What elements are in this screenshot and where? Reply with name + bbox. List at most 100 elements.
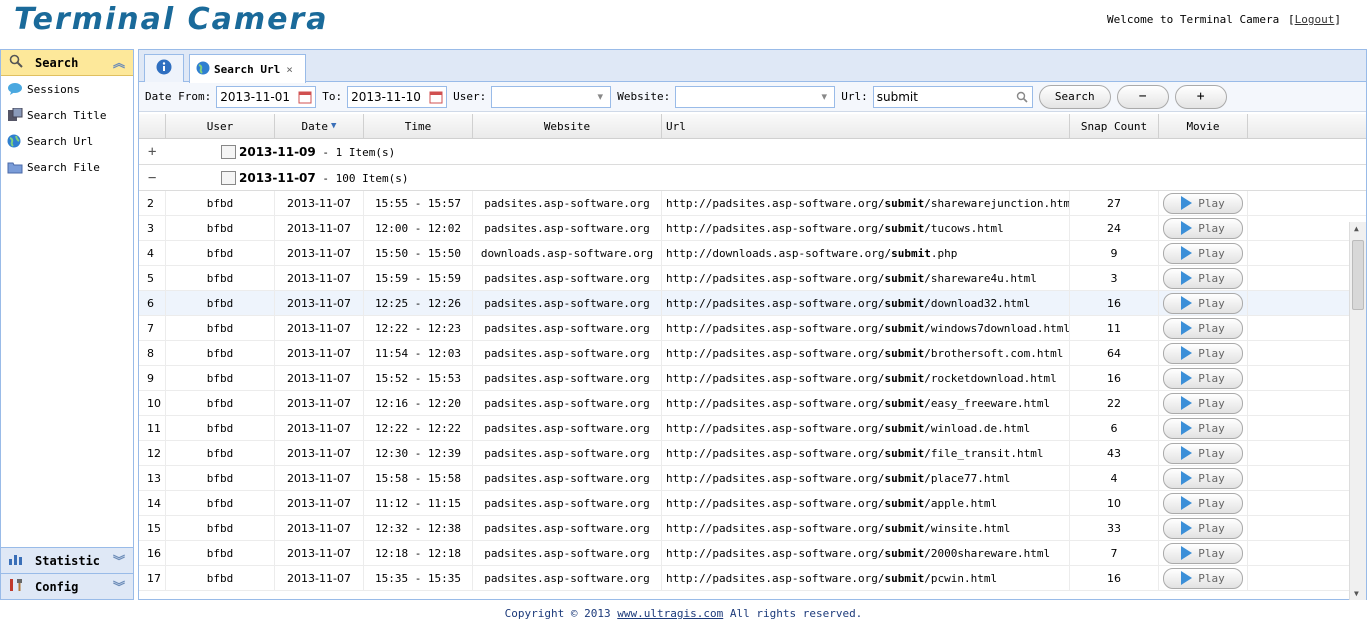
play-label: Play [1198,421,1225,435]
url-highlight: submit [884,396,925,410]
play-label: Play [1198,346,1225,360]
url-prefix: http://padsites.asp-software.org/ [666,346,885,360]
row-number: 11 [139,416,166,440]
sidebar-item-label: Sessions [27,82,80,96]
url-highlight: submit [884,471,925,485]
group-row[interactable]: − 2013-11-07 - 100 Item(s) [139,165,1366,191]
table-row[interactable]: 16 bfbd 2013-11-07 12:18 - 12:18 padsites.as… [139,541,1366,566]
close-icon[interactable]: × [286,63,293,76]
play-button[interactable]: Play [1163,542,1243,564]
scrollbar-thumb[interactable] [1352,240,1364,310]
table-row[interactable]: 4 bfbd 2013-11-07 15:50 - 15:50 downloads.as… [139,241,1366,266]
play-button[interactable]: Play [1163,517,1243,539]
copyright-text: Copyright © 2013 [504,607,618,620]
globe-icon [196,61,210,78]
chevron-down-icon[interactable]: ︾ [113,578,125,595]
tab-search-url[interactable]: Search Url × [189,54,306,83]
table-row[interactable]: 17 bfbd 2013-11-07 15:35 - 15:35 padsites.as… [139,566,1366,591]
url-prefix: http://padsites.asp-software.org/ [666,396,885,410]
cell-website: padsites.asp-software.org [473,391,662,415]
cell-time: 12:25 - 12:26 [364,291,473,315]
chevron-down-icon[interactable]: ▾ [590,87,610,107]
collapse-all-button[interactable]: − [1116,84,1169,109]
calendar-icon[interactable] [295,87,315,107]
url-suffix: /shareware4u.html [924,271,1037,285]
sidebar-item-search-file[interactable]: Search File [1,154,133,180]
play-icon [1181,246,1193,260]
search-button[interactable]: Search [1038,84,1111,109]
cell-snap-count: 16 [1070,566,1159,590]
play-button[interactable]: Play [1163,217,1243,239]
row-number: 6 [139,291,166,315]
column-header-movie[interactable]: Movie [1159,114,1248,138]
column-header-date[interactable]: Date ▼ [275,114,364,138]
table-row[interactable]: 10 bfbd 2013-11-07 12:16 - 12:20 padsites.as… [139,391,1366,416]
url-input[interactable]: submit [872,85,1033,108]
user-select[interactable]: ▾ [491,85,612,108]
date-to-field[interactable]: 2013-11-10 [347,85,448,108]
expand-all-button[interactable]: + [1174,84,1227,109]
play-button[interactable]: Play [1163,292,1243,314]
chevron-up-icon[interactable]: ︽ [113,54,125,71]
date-from-field[interactable]: 2013-11-01 [216,85,317,108]
scroll-up-icon[interactable]: ▲ [1354,224,1359,233]
accordion-statistic[interactable]: Statistic ︾ [1,547,133,573]
column-header-url[interactable]: Url [662,114,1070,138]
play-button[interactable]: Play [1163,567,1243,589]
cell-snap-count: 64 [1070,341,1159,365]
sidebar-item-sessions[interactable]: Sessions [1,76,133,102]
play-button[interactable]: Play [1163,267,1243,289]
column-header-user[interactable]: User [166,114,275,138]
group-row[interactable]: + 2013-11-09 - 1 Item(s) [139,139,1366,165]
table-row[interactable]: 12 bfbd 2013-11-07 12:30 - 12:39 padsites.as… [139,441,1366,466]
tab-info[interactable] [144,54,184,82]
table-row[interactable]: 14 bfbd 2013-11-07 11:12 - 11:15 padsites.as… [139,491,1366,516]
footer-link[interactable]: www.ultragis.com [617,607,723,620]
play-button[interactable]: Play [1163,442,1243,464]
column-header-time[interactable]: Time [364,114,473,138]
play-button[interactable]: Play [1163,317,1243,339]
column-header-snap-count[interactable]: Snap Count [1070,114,1159,138]
table-row[interactable]: 9 bfbd 2013-11-07 15:52 - 15:53 padsites.asp… [139,366,1366,391]
collapse-icon[interactable]: − [148,170,156,186]
scroll-down-icon[interactable]: ▼ [1354,589,1359,598]
play-button[interactable]: Play [1163,342,1243,364]
sidebar-item-search-url[interactable]: Search Url [1,128,133,154]
play-icon [1181,421,1193,435]
accordion-search[interactable]: Search ︽ [1,50,133,76]
accordion-config[interactable]: Config ︾ [1,573,133,599]
logout-link[interactable]: Logout [1295,13,1335,26]
table-row[interactable]: 7 bfbd 2013-11-07 12:22 - 12:23 padsites.asp… [139,316,1366,341]
sidebar-item-label: Search Url [27,134,94,148]
table-row[interactable]: 13 bfbd 2013-11-07 15:58 - 15:58 padsites.as… [139,466,1366,491]
table-row[interactable]: 6 bfbd 2013-11-07 12:25 - 12:26 padsites.asp… [139,291,1366,316]
url-suffix: /pcwin.html [924,571,998,585]
table-row[interactable]: 11 bfbd 2013-11-07 12:22 - 12:22 padsites.as… [139,416,1366,441]
calendar-icon[interactable] [426,87,446,107]
play-button[interactable]: Play [1163,192,1243,214]
table-row[interactable]: 5 bfbd 2013-11-07 15:59 - 15:59 padsites.asp… [139,266,1366,291]
table-row[interactable]: 8 bfbd 2013-11-07 11:54 - 12:03 padsites.asp… [139,341,1366,366]
play-button[interactable]: Play [1163,242,1243,264]
play-button[interactable]: Play [1163,392,1243,414]
chevron-down-icon[interactable]: ▾ [814,87,834,107]
table-row[interactable]: 3 bfbd 2013-11-07 12:00 - 12:02 padsites.asp… [139,216,1366,241]
chevron-down-icon[interactable]: ︾ [113,552,125,569]
table-row[interactable]: 2 bfbd 2013-11-07 15:55 - 15:57 padsites.asp… [139,191,1366,216]
expand-icon[interactable]: + [148,144,156,160]
play-button[interactable]: Play [1163,492,1243,514]
sidebar-item-search-title[interactable]: Search Title [1,102,133,128]
vertical-scrollbar[interactable]: ▲ ▼ [1349,222,1366,600]
play-button[interactable]: Play [1163,367,1243,389]
table-row[interactable]: 15 bfbd 2013-11-07 12:32 - 12:38 padsites.as… [139,516,1366,541]
cell-user: bfbd [166,516,275,540]
website-select[interactable]: ▾ [675,85,836,108]
search-icon[interactable] [1012,87,1032,107]
row-number: 10 [139,391,166,415]
cell-date: 2013-11-07 [275,316,364,340]
url-highlight: submit [884,346,925,360]
play-label: Play [1198,546,1225,560]
play-button[interactable]: Play [1163,467,1243,489]
play-button[interactable]: Play [1163,417,1243,439]
column-header-website[interactable]: Website [473,114,662,138]
